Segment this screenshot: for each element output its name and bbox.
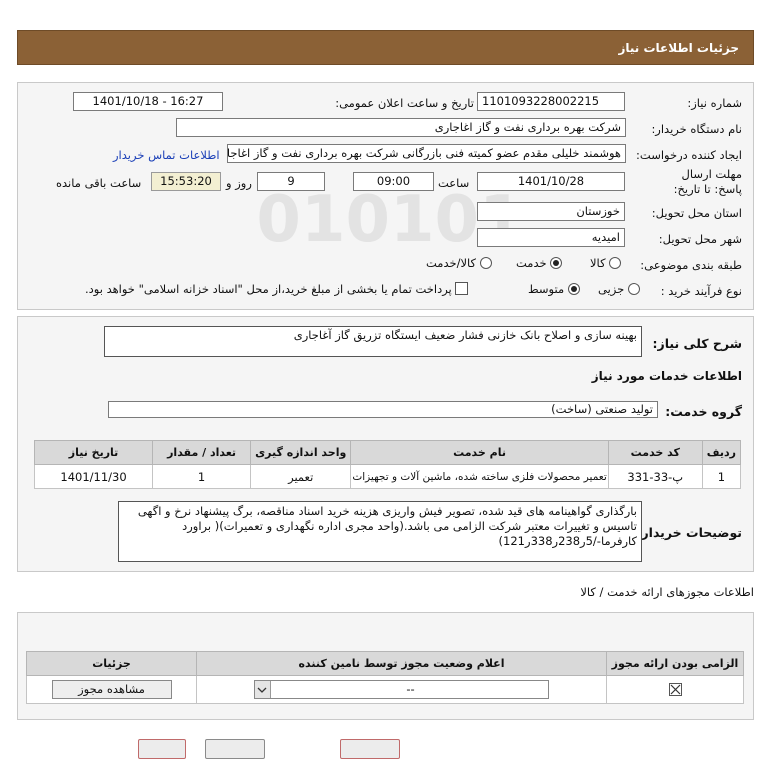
col-details: جزئیات: [26, 651, 197, 676]
view-permit-button[interactable]: مشاهده مجوز: [51, 680, 172, 699]
need-number-field[interactable]: 1101093228002215: [477, 92, 625, 111]
permits-heading: اطلاعات مجوزهای ارائه خدمت / کالا: [580, 585, 754, 599]
table-row: 1 پ-33-331 تعمیر محصولات فلزی ساخته شده،…: [33, 464, 742, 489]
process-label: نوع فرآیند خرید :: [660, 284, 742, 298]
status-select[interactable]: --: [254, 680, 549, 699]
payment-note[interactable]: پرداخت تمام یا بخشی از مبلغ خرید،از محل …: [85, 282, 469, 296]
summary-field[interactable]: بهینه سازی و اصلاح بانک خازنی فشار ضعیف …: [104, 326, 642, 357]
print-button[interactable]: [205, 739, 265, 759]
page-title: جزئیات اطلاعات نیاز: [618, 41, 739, 55]
creator-field[interactable]: هوشمند خلیلی مقدم عضو کمیته فنی بازرگانی…: [227, 144, 626, 163]
announce-label: تاریخ و ساعت اعلان عمومی:: [335, 96, 474, 110]
cell-details: مشاهده مجوز: [26, 675, 197, 704]
services-heading: اطلاعات خدمات مورد نیاز: [591, 369, 742, 383]
process-medium-label: متوسط: [528, 282, 565, 296]
cell-row: 1: [701, 464, 742, 489]
remaining-label: ساعت باقی مانده: [56, 176, 142, 190]
cell-name: تعمیر محصولات فلزی ساخته شده، ماشین آلات…: [350, 464, 609, 489]
city-label: شهر محل تحویل:: [658, 232, 742, 246]
chevron-down-icon[interactable]: [255, 681, 271, 698]
cell-status: --: [196, 675, 607, 704]
services-table: ردیف کد خدمت نام خدمت واحد اندازه گیری ت…: [33, 440, 742, 489]
process-option-medium[interactable]: متوسط: [528, 282, 580, 296]
radio-minor[interactable]: [627, 283, 640, 295]
category-option-service[interactable]: خدمت: [516, 256, 563, 270]
remaining-time-field: 15:53:20: [151, 172, 221, 191]
cross-icon: [670, 684, 680, 694]
buyer-notes-field[interactable]: بارگذاری گواهینامه های قید شده، تصویر فی…: [118, 501, 642, 562]
services-table-header: ردیف کد خدمت نام خدمت واحد اندازه گیری ت…: [33, 440, 742, 465]
service-group-field[interactable]: تولید صنعتی (ساخت): [108, 401, 658, 418]
deadline-date-field[interactable]: 1401/10/28: [477, 172, 625, 191]
need-number-label: شماره نیاز:: [687, 96, 742, 110]
need-info-panel: [17, 82, 754, 310]
cell-unit: تعمیر: [250, 464, 352, 489]
col-unit: واحد اندازه گیری: [250, 440, 352, 465]
table-row: -- مشاهده مجوز: [26, 675, 744, 704]
province-field[interactable]: خوزستان: [477, 202, 625, 221]
deadline-time-label: ساعت: [438, 176, 470, 190]
col-status: اعلام وضعیت مجوز توسط نامین کننده: [196, 651, 607, 676]
status-select-value: --: [406, 682, 415, 696]
days-field[interactable]: 9: [257, 172, 325, 191]
category-label: طبقه بندی موضوعی:: [640, 258, 742, 272]
summary-label: شرح کلی نیاز:: [652, 336, 742, 351]
page-title-bar: جزئیات اطلاعات نیاز: [17, 30, 754, 65]
category-option-goods[interactable]: کالا: [590, 256, 622, 270]
col-row: ردیف: [701, 440, 742, 465]
city-field[interactable]: امیدیه: [477, 228, 625, 247]
payment-note-text: پرداخت تمام یا بخشی از مبلغ خرید،از محل …: [85, 282, 452, 296]
col-date: تاریخ نیاز: [33, 440, 154, 465]
permits-table: الزامی بودن ارائه مجوز اعلام وضعیت مجوز …: [26, 651, 744, 704]
buyer-org-label: نام دستگاه خریدار:: [651, 122, 742, 136]
col-name: نام خدمت: [350, 440, 609, 465]
cell-date: 1401/11/30: [33, 464, 154, 489]
cell-qty: 1: [152, 464, 252, 489]
cell-required: [606, 675, 744, 704]
radio-goods[interactable]: [609, 257, 622, 269]
radio-medium[interactable]: [567, 283, 580, 295]
cell-code: پ-33-331: [607, 464, 703, 489]
days-label: روز و: [226, 176, 252, 190]
service-group-label: گروه خدمت:: [665, 404, 742, 419]
col-qty: تعداد / مقدار: [152, 440, 252, 465]
deadline-label: مهلت ارسال پاسخ: تا تاریخ:: [673, 167, 742, 196]
treasury-checkbox[interactable]: [455, 282, 469, 295]
creator-label: ایجاد کننده درخواست:: [636, 148, 742, 162]
province-label: استان محل تحویل:: [651, 206, 742, 220]
back-button[interactable]: [340, 739, 400, 759]
col-required: الزامی بودن ارائه مجوز: [606, 651, 744, 676]
buyer-org-field[interactable]: شرکت بهره برداری نفت و گاز اغاجاری: [176, 118, 626, 137]
category-goods-service-label: کالا/خدمت: [426, 256, 477, 270]
reply-button[interactable]: [138, 739, 186, 759]
permits-table-header: الزامی بودن ارائه مجوز اعلام وضعیت مجوز …: [26, 651, 744, 676]
required-checkbox[interactable]: [668, 682, 682, 696]
buyer-contact-link[interactable]: اطلاعات تماس خریدار: [113, 148, 220, 162]
radio-service[interactable]: [550, 257, 563, 269]
radio-goods-service[interactable]: [479, 257, 492, 269]
category-goods-label: کالا: [590, 256, 606, 270]
process-minor-label: جزیی: [598, 282, 625, 296]
deadline-time-field[interactable]: 09:00: [353, 172, 434, 191]
category-option-goods-service[interactable]: کالا/خدمت: [426, 256, 492, 270]
buyer-notes-label: توضیحات خریدار:: [636, 525, 742, 540]
category-service-label: خدمت: [516, 256, 547, 270]
announce-field[interactable]: 1401/10/18 - 16:27: [73, 92, 223, 111]
col-code: کد خدمت: [607, 440, 703, 465]
process-option-minor[interactable]: جزیی: [598, 282, 640, 296]
